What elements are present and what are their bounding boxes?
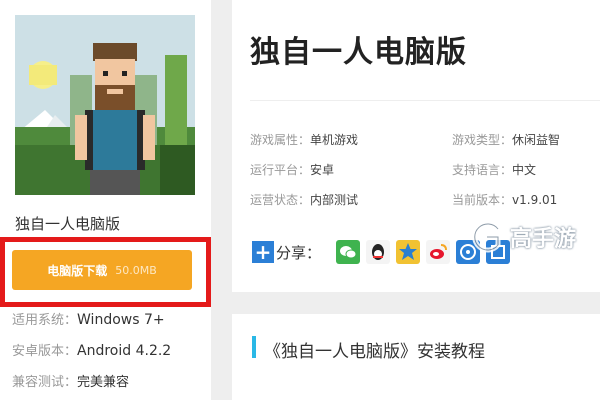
attr-language: 支持语言：中文 — [452, 161, 536, 178]
attr-property: 游戏属性：单机游戏 — [250, 131, 358, 148]
spec-system: 适用系统：Windows 7+ — [12, 309, 165, 328]
watermark-logo-icon — [472, 221, 501, 253]
pc-download-button[interactable]: 电脑版下载 50.0MB — [12, 250, 192, 290]
attr-value: 中文 — [512, 163, 537, 177]
qzone-share-icon[interactable] — [396, 240, 420, 264]
watermark: 高手游 — [468, 219, 576, 255]
attr-version: 当前版本：v1.9.01 — [452, 191, 557, 208]
attr-key: 运行平台： — [250, 163, 311, 177]
share-plus-icon[interactable]: + — [252, 241, 274, 263]
spec-key: 适用系统： — [12, 313, 78, 328]
spec-key: 安卓版本： — [12, 344, 78, 359]
section-accent-bar — [252, 336, 256, 358]
attr-value: 休闲益智 — [512, 133, 561, 147]
attr-value: 内部测试 — [310, 193, 359, 207]
page-title: 独自一人电脑版 — [250, 35, 467, 70]
game-cover-image[interactable] — [15, 15, 195, 195]
attr-key: 运营状态： — [250, 193, 311, 207]
game-name: 独自一人电脑版 — [15, 215, 121, 233]
tutorial-title: 《独自一人电脑版》安装教程 — [264, 342, 485, 362]
spec-compat: 兼容测试：完美兼容 — [12, 371, 129, 390]
spec-android: 安卓版本：Android 4.2.2 — [12, 340, 171, 359]
share-label: 分享： — [276, 244, 322, 262]
title-divider — [250, 100, 600, 101]
qq-share-icon[interactable] — [366, 240, 390, 264]
attr-value: 安卓 — [310, 163, 335, 177]
attr-status: 运营状态：内部测试 — [250, 191, 358, 208]
spec-value: 完美兼容 — [77, 375, 130, 390]
download-size: 50.0MB — [115, 263, 157, 277]
attr-key: 游戏类型： — [452, 133, 513, 147]
spec-value: Windows 7+ — [77, 312, 165, 328]
wechat-share-icon[interactable] — [336, 240, 360, 264]
spec-key: 兼容测试： — [12, 375, 78, 390]
download-label: 电脑版下载 — [47, 263, 108, 278]
attr-key: 支持语言： — [452, 163, 513, 177]
game-cover-art — [15, 15, 195, 195]
spec-value: Android 4.2.2 — [77, 343, 172, 359]
attr-type: 游戏类型：休闲益智 — [452, 131, 560, 148]
attr-key: 游戏属性： — [250, 133, 311, 147]
attr-value: v1.9.01 — [512, 193, 558, 207]
attr-platform: 运行平台：安卓 — [250, 161, 334, 178]
attr-value: 单机游戏 — [310, 133, 359, 147]
weibo-share-icon[interactable] — [426, 240, 450, 264]
attr-key: 当前版本： — [452, 193, 513, 207]
watermark-text: 高手游 — [510, 227, 577, 252]
